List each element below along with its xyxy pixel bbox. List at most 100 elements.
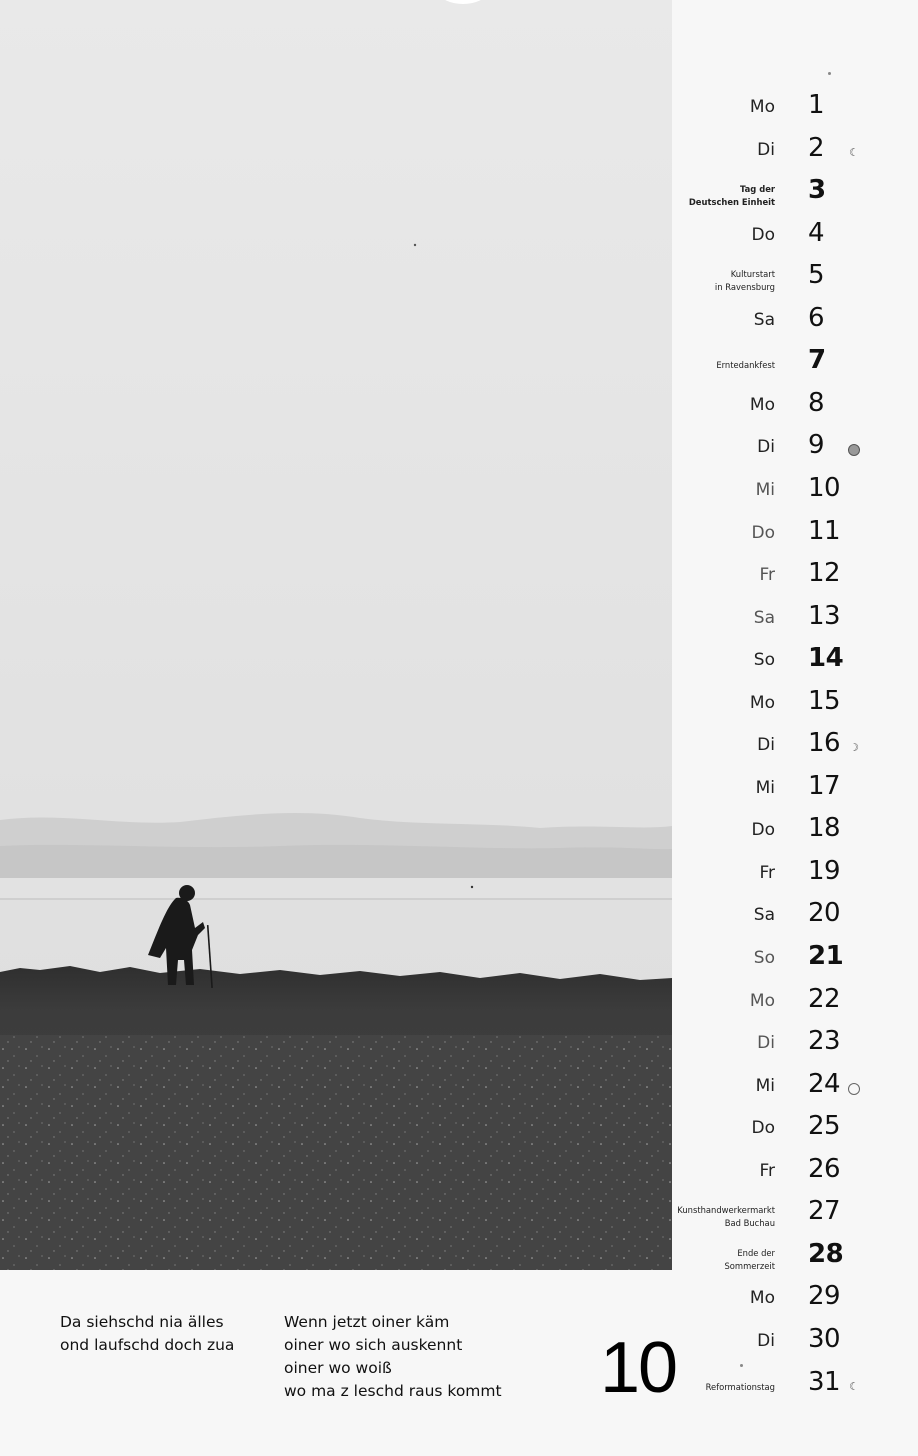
weekday-label: Mo <box>749 395 775 415</box>
day-row: Reformationstag 31 ☾ <box>680 1367 880 1407</box>
day-number: 9 <box>808 430 825 460</box>
day-row: Mi 10 <box>680 473 880 513</box>
weekday-label: So <box>753 948 775 968</box>
day-number: 28 <box>808 1239 844 1269</box>
holiday-note: Tag der Deutschen Einheit <box>688 184 775 207</box>
weekday-label: Fr <box>759 1161 775 1181</box>
day-number: 14 <box>808 643 844 673</box>
weekday-label: Mo <box>749 693 775 713</box>
holiday-note: Erntedankfest <box>716 360 775 370</box>
moon-waning-icon: ☾ <box>849 146 859 159</box>
weekday-label: Di <box>757 140 775 160</box>
day-row: Di 9 <box>680 430 880 470</box>
poem-line: Da siehschd nia älles <box>60 1313 224 1331</box>
day-number: 18 <box>808 813 841 843</box>
holiday-note: Kulturstart in Ravensburg <box>714 269 775 292</box>
weekday-label: So <box>753 650 775 670</box>
poem-line: oiner wo woiß <box>284 1359 392 1377</box>
day-row: Do 4 <box>680 218 880 258</box>
day-number: 10 <box>808 473 841 503</box>
day-row: Di 30 <box>680 1324 880 1364</box>
day-row: Fr 12 <box>680 558 880 598</box>
day-row: Di 2 ☾ <box>680 133 880 173</box>
day-row: Do 25 <box>680 1111 880 1151</box>
day-number: 22 <box>808 984 841 1014</box>
day-number: 5 <box>808 260 825 290</box>
day-row: Mi 24 <box>680 1069 880 1109</box>
weekday-label: Sa <box>753 608 775 628</box>
day-row: Mo 1 <box>680 90 880 130</box>
day-row: So 21 <box>680 941 880 981</box>
weekday-label: Di <box>757 735 775 755</box>
day-number: 4 <box>808 218 825 248</box>
day-row: Kunsthandwerkermarkt Bad Buchau 27 <box>677 1196 880 1236</box>
day-number: 31 <box>808 1367 841 1397</box>
day-row: Di 16 ☽ <box>680 728 880 768</box>
day-number: 26 <box>808 1154 841 1184</box>
day-number: 2 <box>808 133 825 163</box>
day-number: 30 <box>808 1324 841 1354</box>
day-number: 23 <box>808 1026 841 1056</box>
print-speck <box>740 1364 743 1367</box>
weekday-label: Do <box>751 820 776 840</box>
poem-right-verse: Wenn jetzt oiner käm oiner wo sich auske… <box>284 1311 502 1403</box>
day-number: 17 <box>808 771 841 801</box>
moon-new-icon <box>848 444 860 456</box>
day-number: 24 <box>808 1069 841 1099</box>
day-row: Mo 29 <box>680 1281 880 1321</box>
weekday-label: Mi <box>755 778 775 798</box>
day-row: Mi 17 <box>680 771 880 811</box>
weekday-label: Sa <box>753 310 775 330</box>
day-number: 7 <box>808 345 826 375</box>
poem-line: wo ma z leschd raus kommt <box>284 1382 502 1400</box>
day-row: Sa 20 <box>680 898 880 938</box>
poem-line: oiner wo sich auskennt <box>284 1336 463 1354</box>
poem-line: ond laufschd doch zua <box>60 1336 235 1354</box>
day-number: 6 <box>808 303 825 333</box>
landscape-photo <box>0 0 672 1270</box>
moon-waxing-icon: ☽ <box>849 741 859 754</box>
day-row: Tag der Deutschen Einheit 3 <box>680 175 880 215</box>
day-number: 27 <box>808 1196 841 1226</box>
day-number: 13 <box>808 601 841 631</box>
day-number: 15 <box>808 686 841 716</box>
weekday-label: Mo <box>749 97 775 117</box>
print-speck <box>828 72 831 75</box>
weekday-label: Sa <box>753 905 775 925</box>
day-number: 16 <box>808 728 841 758</box>
weekday-label: Mi <box>755 1076 775 1096</box>
weekday-label: Fr <box>759 565 775 585</box>
moon-full-icon <box>848 1083 860 1095</box>
day-row: Sa 6 <box>680 303 880 343</box>
day-row: Di 23 <box>680 1026 880 1066</box>
weekday-label: Di <box>757 437 775 457</box>
day-number: 25 <box>808 1111 841 1141</box>
day-row: Mo 8 <box>680 388 880 428</box>
moon-waning-icon: ☾ <box>849 1380 859 1393</box>
holiday-note: Ende der Sommerzeit <box>724 1248 775 1271</box>
weekday-label: Fr <box>759 863 775 883</box>
weekday-label: Mo <box>749 991 775 1011</box>
day-row: So 14 <box>680 643 880 683</box>
day-row: Fr 19 <box>680 856 880 896</box>
day-row: Do 18 <box>680 813 880 853</box>
day-row: Do 11 <box>680 516 880 556</box>
holiday-note: Kunsthandwerkermarkt Bad Buchau <box>677 1205 775 1228</box>
day-row: Ende der Sommerzeit 28 <box>680 1239 880 1279</box>
day-number: 12 <box>808 558 841 588</box>
poem-left-verse: Da siehschd nia älles ond laufschd doch … <box>60 1311 234 1357</box>
weekday-label: Di <box>757 1331 775 1351</box>
day-number: 3 <box>808 175 826 205</box>
day-row: Mo 15 <box>680 686 880 726</box>
weekday-label: Do <box>751 523 776 543</box>
day-number: 20 <box>808 898 841 928</box>
month-number: 10 <box>600 1328 678 1408</box>
weekday-label: Mi <box>755 480 775 500</box>
day-row: Kulturstart in Ravensburg 5 <box>680 260 880 300</box>
weekday-label: Di <box>757 1033 775 1053</box>
day-row: Sa 13 <box>680 601 880 641</box>
weekday-label: Do <box>751 1118 776 1138</box>
day-number: 29 <box>808 1281 841 1311</box>
weekday-label: Mo <box>749 1288 775 1308</box>
calendar-page: Mo 1 Di 2 ☾ Tag der Deutschen Einheit 3 Do 4 Kult… <box>0 0 918 1456</box>
